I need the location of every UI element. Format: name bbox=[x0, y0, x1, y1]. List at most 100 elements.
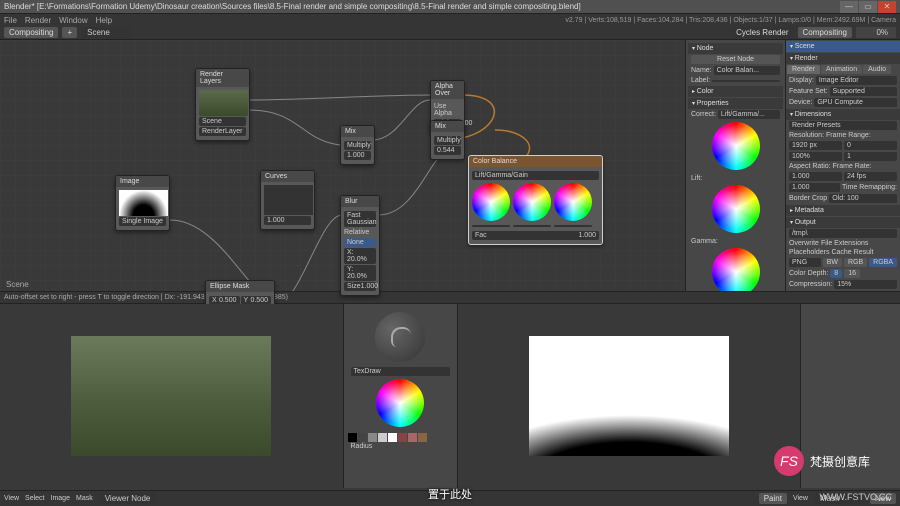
gamma-colorwheel[interactable] bbox=[712, 185, 760, 233]
aspect-x[interactable]: 1.000 bbox=[789, 172, 842, 181]
compression-field[interactable]: 15% bbox=[834, 280, 897, 289]
panel-metadata[interactable]: Metadata bbox=[786, 205, 900, 216]
frame-step[interactable]: 1 bbox=[844, 152, 897, 161]
node-header: Blur bbox=[341, 196, 379, 207]
render-engine-dropdown[interactable]: Cycles Render bbox=[731, 27, 793, 38]
placeholders-checkbox[interactable]: Placeholders bbox=[789, 249, 829, 256]
display-field[interactable]: Image Editor bbox=[816, 76, 897, 85]
fileext-checkbox[interactable]: File Extensions bbox=[821, 240, 868, 247]
lift-colorwheel[interactable] bbox=[712, 122, 760, 170]
node-color-balance[interactable]: Color Balance Lift/Gamma/Gain Fac1.000 bbox=[468, 155, 603, 245]
node-mix-1[interactable]: Mix Multiply 1.000 bbox=[340, 125, 375, 165]
output-path[interactable]: /tmp\ bbox=[789, 229, 897, 238]
node-editor-header: Compositing + Scene Cycles Render Compos… bbox=[0, 26, 900, 40]
maximize-button[interactable]: ▭ bbox=[859, 1, 877, 13]
tab-audio[interactable]: Audio bbox=[863, 65, 891, 74]
device-field[interactable]: GPU Compute bbox=[814, 98, 897, 107]
panel-node[interactable]: Node bbox=[688, 43, 783, 54]
node-header: Mix bbox=[341, 126, 374, 137]
correct-field[interactable]: Lift/Gamma/... bbox=[718, 110, 780, 119]
scene-label: Scene bbox=[6, 280, 29, 289]
image-editor-left[interactable] bbox=[0, 304, 343, 488]
node-header: Ellipse Mask bbox=[206, 281, 274, 292]
node-header: Mix bbox=[431, 121, 464, 132]
panel-properties[interactable]: Properties bbox=[688, 98, 783, 109]
thumbnail bbox=[119, 190, 168, 216]
border-checkbox[interactable]: Border bbox=[789, 195, 810, 202]
node-render-layers[interactable]: Render Layers Scene RenderLayer bbox=[195, 68, 250, 141]
color-swatches[interactable] bbox=[348, 433, 453, 442]
menu-image[interactable]: Image bbox=[51, 495, 70, 502]
titlebar: Blender* [E:\Formations\Formation Udemy\… bbox=[0, 0, 900, 14]
gain-colorwheel[interactable] bbox=[712, 248, 760, 291]
mode-paint[interactable]: Paint bbox=[759, 493, 787, 504]
mask-image bbox=[529, 336, 729, 456]
add-layout-button[interactable]: + bbox=[62, 27, 77, 38]
scene-field[interactable]: Scene bbox=[81, 27, 131, 38]
menu-view-2[interactable]: View bbox=[793, 495, 808, 502]
node-image[interactable]: Image Single Image bbox=[115, 175, 170, 231]
menu-view[interactable]: View bbox=[4, 495, 19, 502]
reset-node-button[interactable]: Reset Node bbox=[691, 55, 780, 64]
menu-mask[interactable]: Mask bbox=[76, 495, 93, 502]
menu-window[interactable]: Window bbox=[59, 16, 87, 25]
featureset-field[interactable]: Supported bbox=[830, 87, 897, 96]
status-bar: Auto-offset set to right - press T to to… bbox=[0, 291, 900, 303]
name-field[interactable]: Color Balan... bbox=[714, 66, 780, 75]
curve-widget[interactable] bbox=[264, 185, 313, 215]
res-x[interactable]: 1920 px bbox=[789, 141, 842, 150]
menu-file[interactable]: File bbox=[4, 16, 17, 25]
node-header: Render Layers bbox=[196, 69, 249, 87]
layout-dropdown[interactable]: Compositing bbox=[4, 27, 58, 38]
properties-panel: Scene Render Render Animation Audio Disp… bbox=[785, 40, 900, 291]
menu-help[interactable]: Help bbox=[96, 16, 112, 25]
label-field[interactable] bbox=[712, 80, 780, 82]
panel-output[interactable]: Output bbox=[786, 217, 900, 228]
scene-field: Scene bbox=[199, 117, 246, 126]
scene-stats: v2.79 | Verts:108,519 | Faces:104,284 | … bbox=[565, 17, 896, 24]
info-bar: File Render Window Help v2.79 | Verts:10… bbox=[0, 14, 900, 26]
aspect-y[interactable]: 1.000 bbox=[789, 183, 840, 192]
tab-animation[interactable]: Animation bbox=[821, 65, 862, 74]
node-blur[interactable]: Blur Fast Gaussian Relative None X: 20.0… bbox=[340, 195, 380, 296]
overwrite-checkbox[interactable]: Overwrite bbox=[789, 240, 819, 247]
node-editor-area[interactable]: Render Layers Scene RenderLayer Mix Mult… bbox=[0, 40, 685, 291]
node-header: Alpha Over bbox=[431, 81, 464, 99]
gamma-colorwheel[interactable] bbox=[513, 183, 551, 228]
fps-field[interactable]: 24 fps bbox=[844, 172, 897, 181]
gain-colorwheel[interactable] bbox=[554, 183, 592, 228]
panel-color[interactable]: Color bbox=[688, 86, 783, 97]
node-curves[interactable]: Curves 1.000 bbox=[260, 170, 315, 230]
paint-colorwheel[interactable] bbox=[376, 379, 424, 427]
watermark: FS 梵摄创意库 bbox=[774, 446, 870, 476]
tab-render[interactable]: Render bbox=[787, 65, 820, 74]
render-presets[interactable]: Render Presets bbox=[789, 121, 897, 130]
close-button[interactable]: ✕ bbox=[878, 1, 896, 13]
thumbnail bbox=[199, 90, 248, 116]
format-field[interactable]: PNG bbox=[789, 258, 821, 267]
minimize-button[interactable]: — bbox=[840, 1, 858, 13]
progress-percent: 0% bbox=[856, 27, 896, 38]
panel-render[interactable]: Render bbox=[786, 53, 900, 64]
image-editor-right[interactable] bbox=[458, 304, 801, 488]
window-title: Blender* [E:\Formations\Formation Udemy\… bbox=[4, 2, 839, 11]
start-frame[interactable]: 0 bbox=[844, 141, 897, 150]
brush-preview bbox=[375, 312, 425, 362]
menu-render[interactable]: Render bbox=[25, 16, 51, 25]
cache-checkbox[interactable]: Cache Result bbox=[831, 249, 873, 256]
node-properties-panel: Node Reset Node Name:Color Balan... Labe… bbox=[685, 40, 785, 291]
panel-dimensions[interactable]: Dimensions bbox=[786, 109, 900, 120]
node-mix-2[interactable]: Mix Multiply 0.544 bbox=[430, 120, 465, 160]
menu-select[interactable]: Select bbox=[25, 495, 44, 502]
compositing-toggle[interactable]: Compositing bbox=[798, 27, 852, 38]
image-name-field[interactable]: Viewer Node bbox=[99, 493, 157, 504]
rendered-image bbox=[71, 336, 271, 456]
layer-field: RenderLayer bbox=[199, 127, 246, 136]
brush-name[interactable]: TexDraw bbox=[351, 367, 450, 376]
crop-checkbox[interactable]: Crop bbox=[812, 195, 827, 202]
radius-label: Radius bbox=[351, 443, 373, 450]
lift-colorwheel[interactable] bbox=[472, 183, 510, 228]
node-header: Image bbox=[116, 176, 169, 187]
panel-scene[interactable]: Scene bbox=[786, 41, 900, 52]
node-header: Curves bbox=[261, 171, 314, 182]
